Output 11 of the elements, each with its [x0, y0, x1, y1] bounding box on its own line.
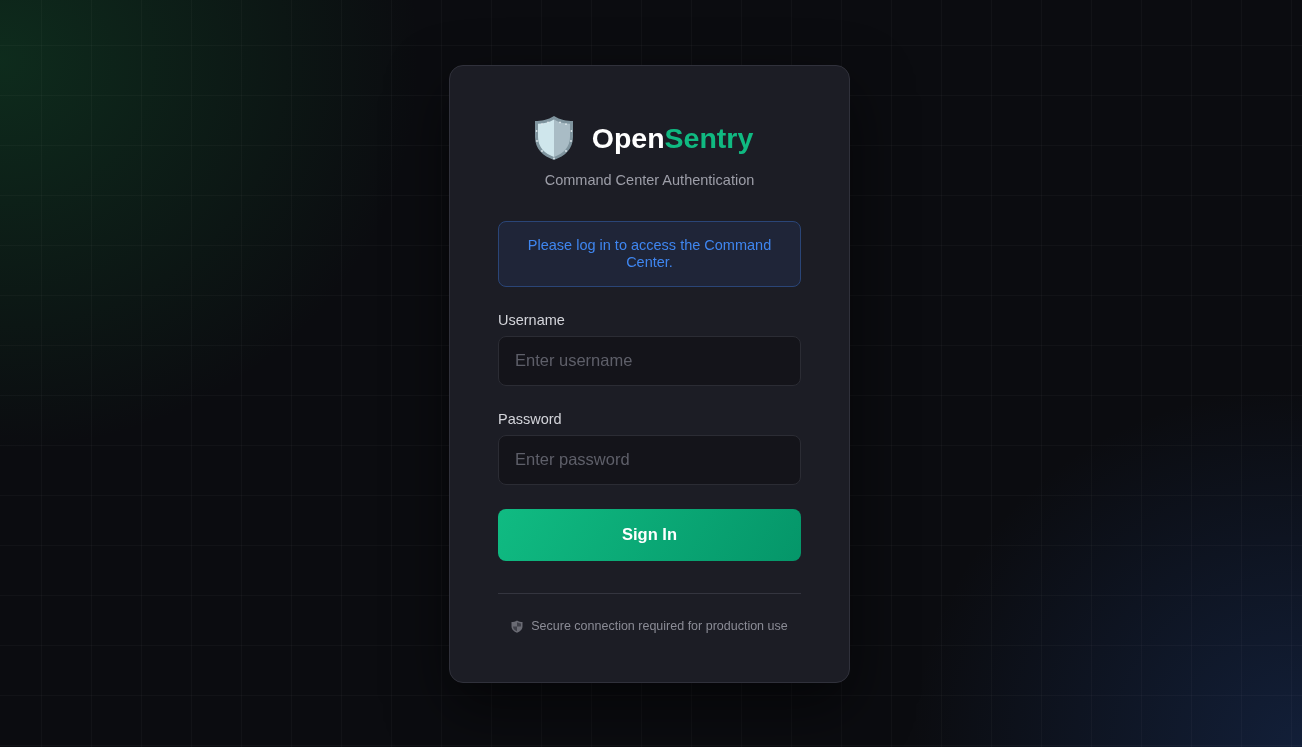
- shield-icon: [533, 114, 574, 161]
- field-label: Password: [498, 410, 563, 428]
- subtitle: Command Center Authentication: [543, 170, 756, 189]
- field-label: Username: [498, 311, 566, 329]
- footer-note: Secure connection required for production use: [531, 618, 788, 634]
- brand-title: OpenSentry: [591, 120, 754, 156]
- input-field[interactable]: Enter username: [498, 335, 801, 386]
- input-field[interactable]: Enter password: [498, 434, 801, 485]
- shield-icon: [511, 619, 524, 633]
- sign-in-button[interactable]: Sign In: [498, 508, 801, 561]
- info-notice: Please log in to access the Command Center.: [498, 220, 801, 287]
